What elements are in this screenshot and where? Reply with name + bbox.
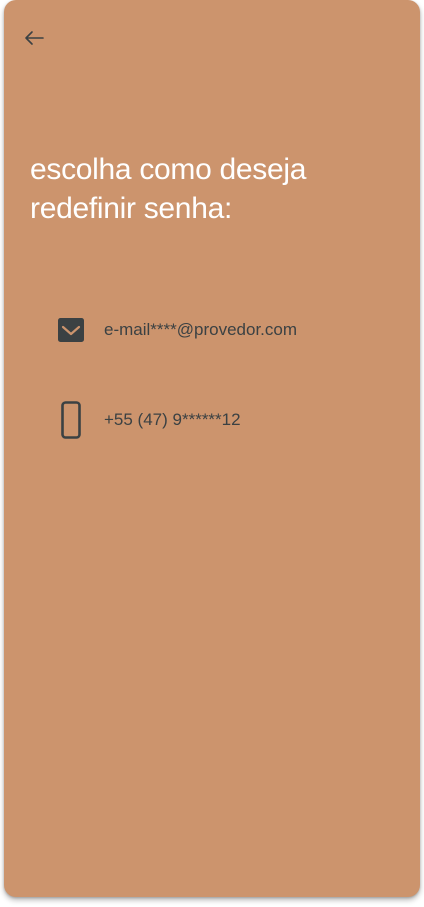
email-icon: [54, 310, 88, 350]
page-title: escolha como deseja redefinir senha:: [30, 150, 390, 228]
title-line-1: escolha como deseja: [30, 153, 307, 186]
title-line-2: redefinir senha:: [30, 192, 232, 225]
reset-password-card: escolha como deseja redefinir senha: e-m…: [4, 0, 420, 897]
phone-option[interactable]: +55 (47) 9******12: [54, 398, 384, 442]
smartphone-icon: [54, 400, 88, 440]
back-button[interactable]: [20, 24, 48, 52]
email-option[interactable]: e-mail****@provedor.com: [54, 308, 384, 352]
email-option-label: e-mail****@provedor.com: [104, 320, 298, 339]
phone-option-label: +55 (47) 9******12: [104, 410, 241, 429]
arrow-left-icon: [25, 31, 44, 45]
